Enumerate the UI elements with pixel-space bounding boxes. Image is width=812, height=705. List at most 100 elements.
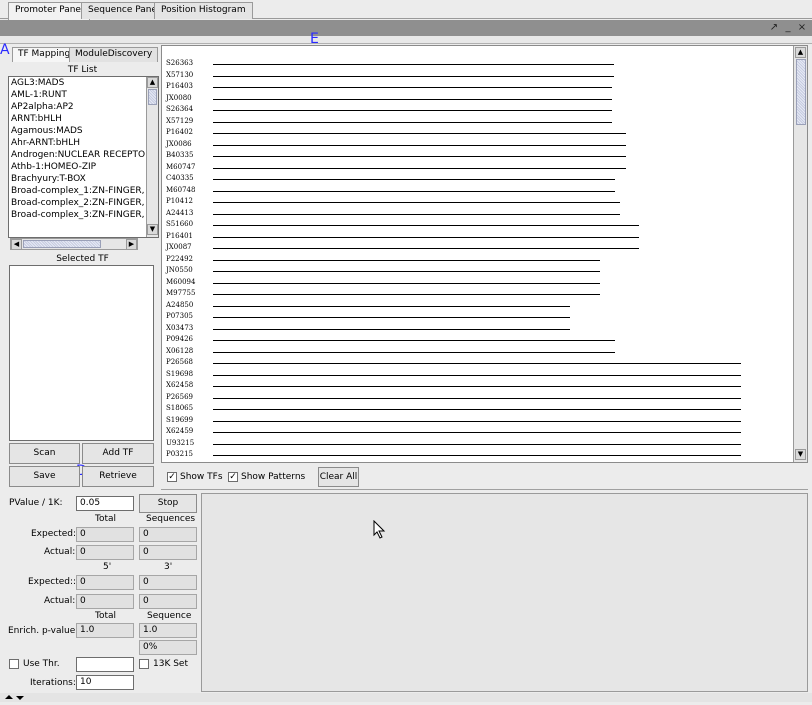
actual2-label: Actual: (44, 596, 76, 606)
sequence-line[interactable] (213, 190, 615, 192)
list-item[interactable]: AML-1:RUNT (9, 89, 158, 101)
tf-list[interactable]: AGL3:MADS AML-1:RUNT AP2alpha:AP2 ARNT:bHLH… (8, 76, 159, 238)
close-icon[interactable]: × (796, 21, 808, 34)
scroll-up-icon[interactable]: ▲ (147, 77, 158, 88)
sequence-line[interactable] (213, 351, 615, 353)
split-arrows-icon[interactable] (0, 693, 30, 702)
sequence-line[interactable] (213, 98, 612, 100)
sequence-vscroll[interactable]: ▲ ▼ (793, 46, 807, 462)
sequence-line[interactable] (213, 294, 600, 295)
actual-total-field: 0 (76, 545, 134, 560)
scroll-left-icon[interactable]: ◀ (11, 239, 22, 250)
13k-set-checkbox[interactable] (139, 659, 149, 669)
list-item[interactable]: Androgen:NUCLEAR RECEPTOR (9, 149, 158, 161)
sequence-map-panel[interactable]: S26363 X57130 P16403 JX0080 S26364 X57129 P164… (161, 45, 808, 463)
sequence-line[interactable] (213, 110, 612, 111)
scan-button[interactable]: Scan (9, 443, 80, 464)
sequence-line[interactable] (213, 259, 600, 261)
scroll-down-icon[interactable]: ▼ (795, 449, 806, 460)
hscroll-thumb[interactable] (23, 240, 101, 248)
sequence-id: JX0086 (166, 139, 192, 148)
minimize-icon[interactable]: _ (782, 21, 794, 34)
sequence-line[interactable] (213, 420, 741, 422)
sequence-id: P16403 (166, 82, 193, 90)
sequence-line[interactable] (213, 133, 626, 134)
sequence-line[interactable] (213, 271, 600, 272)
sequence-line[interactable] (213, 121, 612, 123)
expected-seq-field: 0 (139, 527, 197, 542)
list-item[interactable]: Broad-complex_3:ZN-FINGER, C (9, 209, 158, 221)
retrieve-button[interactable]: Retrieve (82, 466, 154, 487)
list-item[interactable]: ARNT:bHLH (9, 113, 158, 125)
sequence-scroll-thumb[interactable] (796, 59, 806, 125)
clear-all-button[interactable]: Clear All (318, 467, 359, 487)
sequence-line[interactable] (213, 409, 741, 410)
histogram-pane[interactable] (201, 493, 808, 692)
sequence-line[interactable] (213, 328, 570, 330)
list-item[interactable]: AGL3:MADS (9, 77, 158, 89)
scroll-up-icon[interactable]: ▲ (795, 47, 806, 58)
list-item[interactable]: Broad-complex_1:ZN-FINGER, C (9, 185, 158, 197)
sequence-line[interactable] (213, 248, 639, 249)
list-item[interactable]: Agamous:MADS (9, 125, 158, 137)
use-thr-checkbox[interactable] (9, 659, 19, 669)
sequence-id: P16402 (166, 128, 193, 136)
show-tfs-label: Show TFs (180, 472, 223, 482)
sequence-id: B40335 (166, 151, 194, 159)
sequence-id: X62459 (166, 427, 194, 435)
scroll-down-icon[interactable]: ▼ (147, 224, 158, 235)
show-tfs-checkbox[interactable]: ✓ (167, 472, 177, 482)
maximize-icon[interactable]: ↗ (768, 21, 780, 34)
sequence-line[interactable] (213, 282, 600, 284)
sequence-line[interactable] (213, 64, 615, 65)
sequence-id: P10412 (166, 197, 193, 205)
tab-module-discovery[interactable]: ModuleDiscovery (69, 47, 159, 62)
tab-position-histogram[interactable]: Position Histogram (154, 2, 253, 19)
sequence-line[interactable] (213, 432, 741, 433)
sequence-line[interactable] (213, 455, 741, 456)
sequence-line[interactable] (213, 340, 615, 341)
sequence-line[interactable] (213, 144, 626, 146)
actual-label: Actual: (44, 547, 76, 557)
list-item[interactable]: Athb-1:HOMEO-ZIP (9, 161, 158, 173)
sequence-line[interactable] (213, 305, 570, 307)
sequence-line[interactable] (213, 225, 639, 226)
sequence-line[interactable] (213, 167, 626, 169)
sequence-id: P22492 (166, 254, 193, 263)
threshold-input[interactable] (76, 657, 134, 672)
sequence-line[interactable] (213, 363, 741, 364)
selected-tf-list[interactable] (9, 265, 154, 441)
sequence-line[interactable] (213, 156, 626, 157)
list-item[interactable]: Broad-complex_2:ZN-FINGER, C (9, 197, 158, 209)
pvalue-input[interactable]: 0.05 (76, 496, 134, 511)
add-tf-button[interactable]: Add TF (82, 443, 154, 464)
scroll-right-icon[interactable]: ▶ (126, 239, 137, 250)
sequence-line[interactable] (213, 236, 639, 238)
bottom-divider[interactable] (0, 693, 812, 702)
save-button[interactable]: Save (9, 466, 80, 487)
sequence-id: M60747 (166, 162, 196, 171)
sequence-line[interactable] (213, 386, 741, 387)
sequence-line[interactable] (213, 202, 621, 203)
stop-button[interactable]: Stop (139, 494, 197, 513)
list-item[interactable]: Ahr-ARNT:bHLH (9, 137, 158, 149)
show-patterns-checkbox[interactable]: ✓ (228, 472, 238, 482)
list-item[interactable]: Brachyury:T-BOX (9, 173, 158, 185)
sequence-line[interactable] (213, 443, 741, 445)
sequence-line[interactable] (213, 317, 570, 318)
list-item[interactable]: AP2alpha:AP2 (9, 101, 158, 113)
sequence-id: P09426 (166, 335, 193, 343)
sequence-line[interactable] (213, 397, 741, 399)
iterations-input[interactable]: 10 (76, 675, 134, 690)
sequence-line[interactable] (213, 213, 621, 215)
scroll-thumb[interactable] (148, 89, 157, 105)
sequence-line[interactable] (213, 75, 615, 77)
tab-promoter-panel[interactable]: Promoter Panel (8, 2, 91, 20)
tf-list-hscroll[interactable]: ◀ ▶ (10, 238, 138, 250)
tab-tf-mapping[interactable]: TF Mapping (12, 47, 77, 62)
sequence-line[interactable] (213, 179, 615, 180)
pvalue-label: PValue / 1K: (9, 498, 63, 508)
sequence-line[interactable] (213, 374, 741, 376)
tf-list-vscroll[interactable]: ▲ ▼ (146, 77, 158, 237)
sequence-line[interactable] (213, 87, 612, 88)
